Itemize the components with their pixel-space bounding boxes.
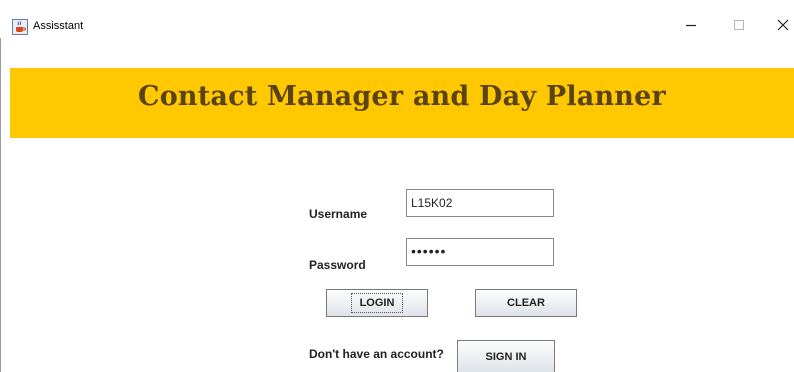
java-cup-icon	[12, 19, 28, 35]
title-bar[interactable]: Assisstant	[0, 0, 794, 38]
username-label: Username	[309, 207, 368, 221]
username-input[interactable]	[406, 189, 554, 217]
clear-button-label: CLEAR	[507, 297, 545, 309]
window-border	[0, 38, 1, 372]
maximize-icon[interactable]	[724, 14, 754, 36]
minimize-icon[interactable]	[676, 14, 706, 36]
account-prompt: Don't have an account?	[309, 347, 444, 361]
login-button-label: LOGIN	[350, 293, 404, 313]
signin-button-label: SIGN IN	[485, 350, 527, 363]
password-input[interactable]: ••••••	[406, 238, 554, 266]
login-button[interactable]: LOGIN	[326, 289, 428, 317]
app-heading: Contact Manager and Day Planner	[138, 81, 666, 112]
clear-button[interactable]: CLEAR	[475, 289, 577, 317]
signin-button[interactable]: SIGN IN	[457, 340, 555, 372]
app-window: Assisstant Contact Manager and Day Plann…	[0, 0, 794, 372]
password-label: Password	[309, 258, 366, 272]
window-title: Assisstant	[33, 20, 84, 32]
header-banner: Contact Manager and Day Planner	[10, 68, 794, 138]
close-icon[interactable]	[768, 14, 794, 36]
